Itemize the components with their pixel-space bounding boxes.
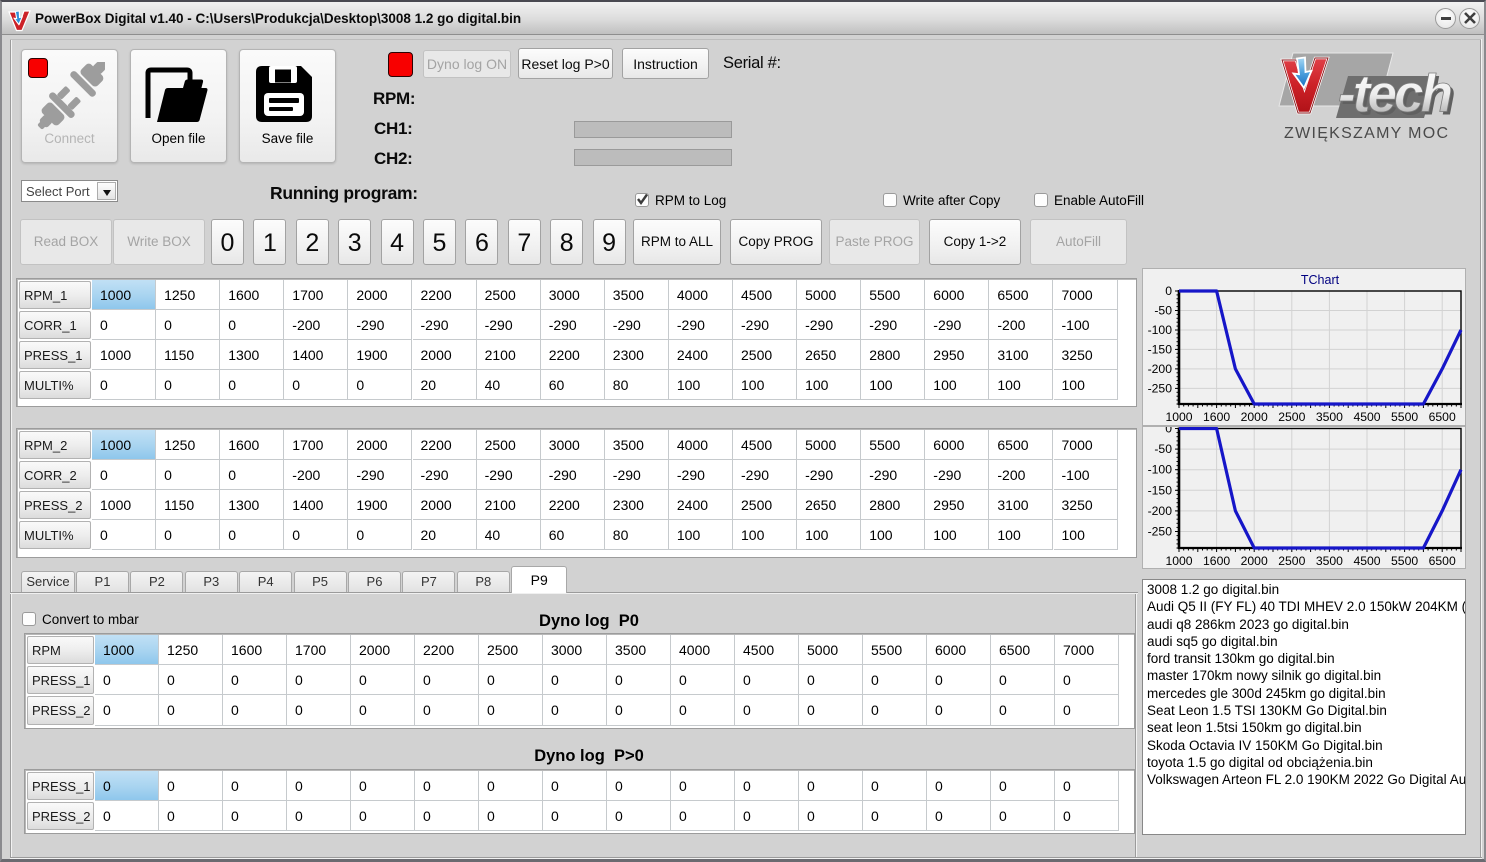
svg-text:-200: -200 (1148, 504, 1173, 518)
svg-text:-50: -50 (1154, 442, 1172, 456)
svg-text:3500: 3500 (1316, 410, 1343, 424)
svg-text:TChart: TChart (1301, 273, 1340, 287)
svg-text:4500: 4500 (1353, 410, 1380, 424)
svg-text:3500: 3500 (1316, 554, 1343, 568)
svg-text:0: 0 (1165, 427, 1172, 436)
svg-text:5500: 5500 (1391, 410, 1418, 424)
svg-text:-250: -250 (1148, 525, 1173, 539)
svg-text:-200: -200 (1148, 362, 1173, 376)
svg-text:2500: 2500 (1278, 554, 1305, 568)
svg-text:ZWIĘKSZAMY MOC: ZWIĘKSZAMY MOC (1284, 125, 1450, 142)
svg-text:0: 0 (1165, 284, 1172, 298)
svg-text:1000: 1000 (1165, 410, 1192, 424)
svg-text:-50: -50 (1154, 304, 1172, 318)
svg-text:-150: -150 (1148, 483, 1173, 497)
svg-text:2500: 2500 (1278, 410, 1305, 424)
svg-text:-150: -150 (1148, 342, 1173, 356)
svg-text:1600: 1600 (1203, 410, 1230, 424)
svg-text:1600: 1600 (1203, 554, 1230, 568)
svg-text:6500: 6500 (1429, 410, 1456, 424)
svg-text:-100: -100 (1148, 323, 1173, 337)
svg-text:-tech: -tech (1338, 65, 1452, 124)
svg-text:2000: 2000 (1241, 410, 1268, 424)
svg-text:-250: -250 (1148, 381, 1173, 395)
svg-text:2000: 2000 (1241, 554, 1268, 568)
svg-text:1000: 1000 (1165, 554, 1192, 568)
svg-text:5500: 5500 (1391, 554, 1418, 568)
svg-text:6500: 6500 (1429, 554, 1456, 568)
svg-text:4500: 4500 (1353, 554, 1380, 568)
svg-text:-100: -100 (1148, 463, 1173, 477)
